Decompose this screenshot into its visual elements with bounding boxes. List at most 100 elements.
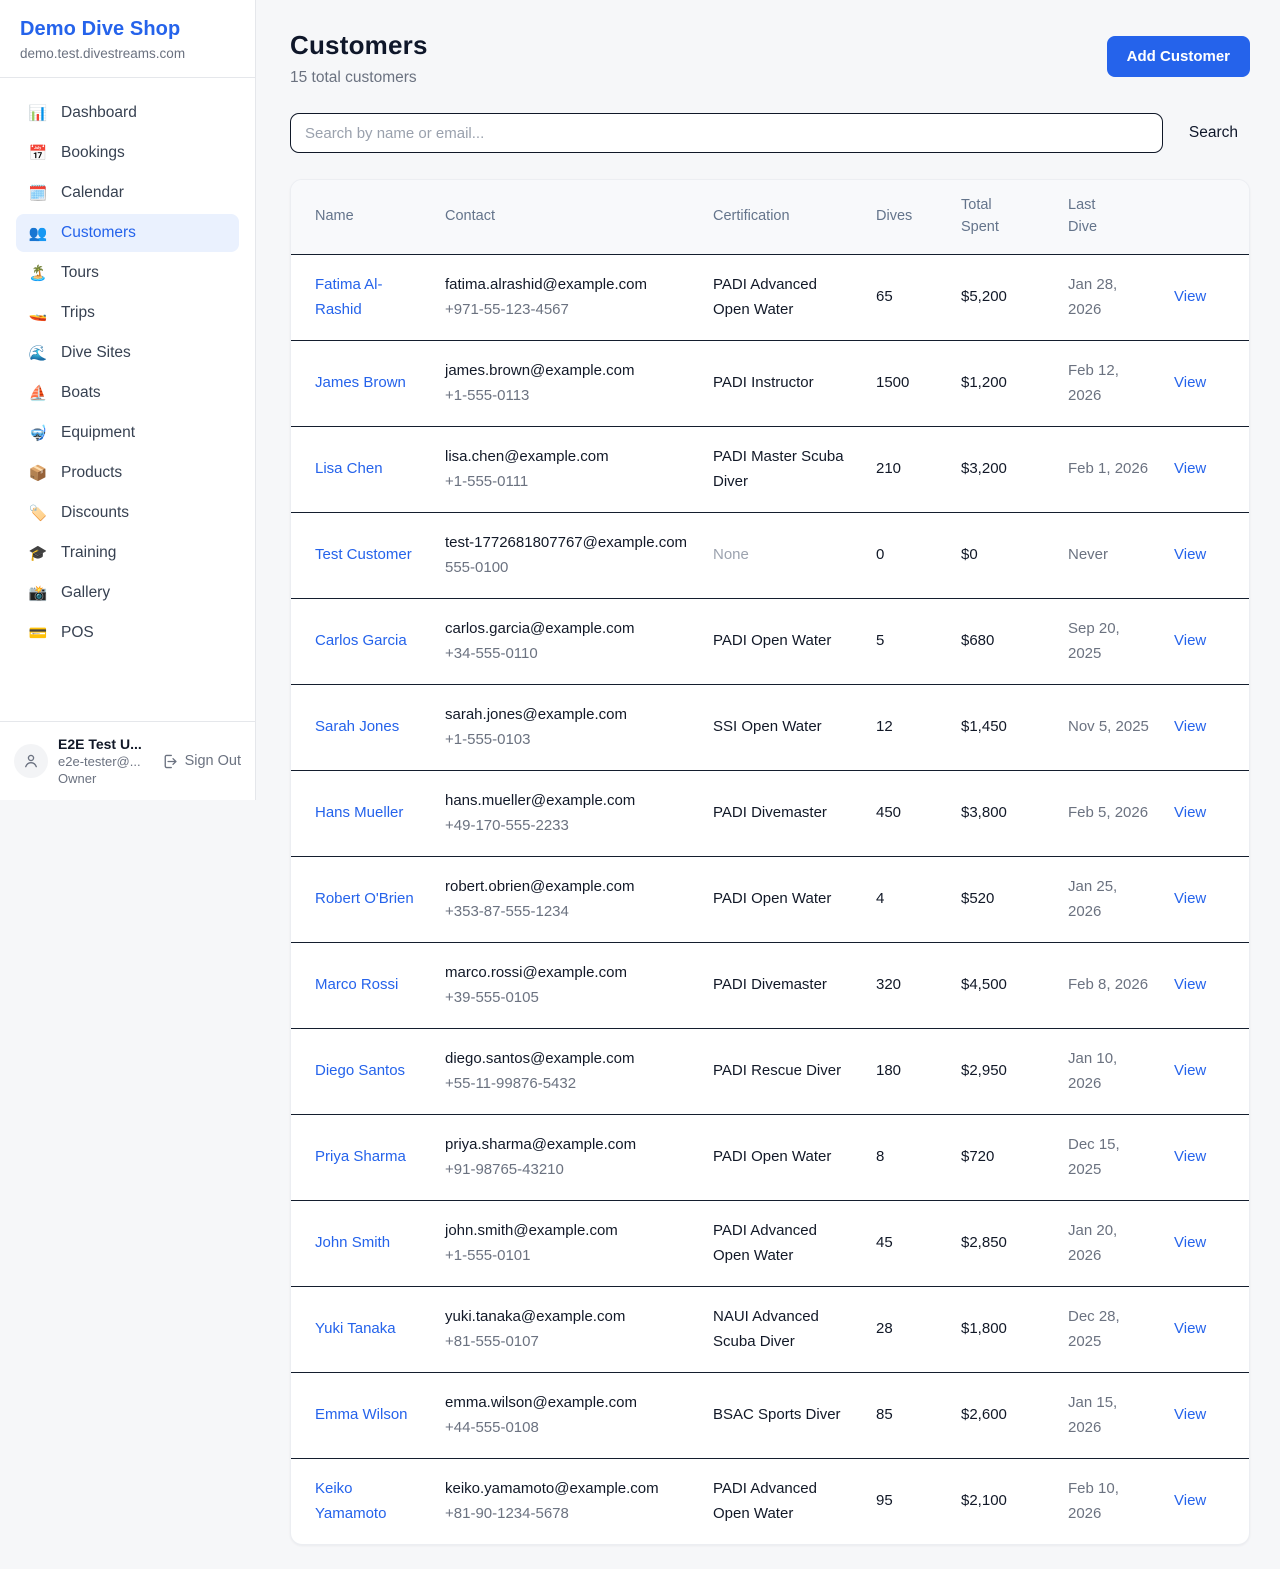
certification-cell: PADI Instructor bbox=[701, 340, 864, 426]
customer-phone: +81-90-1234-5678 bbox=[445, 1501, 689, 1527]
total-spent-cell: $720 bbox=[949, 1114, 1056, 1200]
contact-cell: keiko.yamamoto@example.com +81-90-1234-5… bbox=[433, 1458, 701, 1544]
customer-name-link[interactable]: Test Customer bbox=[315, 546, 412, 563]
table-row: John Smith john.smith@example.com +1-555… bbox=[291, 1200, 1249, 1286]
name-cell: Priya Sharma bbox=[291, 1114, 433, 1200]
total-spent-cell: $1,200 bbox=[949, 340, 1056, 426]
view-link[interactable]: View bbox=[1174, 718, 1206, 735]
sidebar-item-calendar[interactable]: 🗓️ Calendar bbox=[16, 174, 239, 212]
view-link[interactable]: View bbox=[1174, 632, 1206, 649]
sidebar-item-pos[interactable]: 💳 POS bbox=[16, 614, 239, 652]
view-cell: View bbox=[1162, 1028, 1249, 1114]
last-dive-cell: Dec 28, 2025 bbox=[1056, 1286, 1162, 1372]
table-row: Emma Wilson emma.wilson@example.com +44-… bbox=[291, 1372, 1249, 1458]
view-link[interactable]: View bbox=[1174, 288, 1206, 305]
total-spent-cell: $3,200 bbox=[949, 426, 1056, 512]
app: Demo Dive Shop demo.test.divestreams.com… bbox=[0, 0, 1280, 1569]
customer-phone: +1-555-0103 bbox=[445, 727, 689, 753]
wave-icon: 🌊 bbox=[28, 344, 48, 362]
view-link[interactable]: View bbox=[1174, 460, 1206, 477]
customer-name-link[interactable]: Sarah Jones bbox=[315, 718, 399, 735]
certification-cell: PADI Advanced Open Water bbox=[701, 1458, 864, 1544]
customer-name-link[interactable]: Robert O'Brien bbox=[315, 890, 414, 907]
view-link[interactable]: View bbox=[1174, 1320, 1206, 1337]
sidebar-item-products[interactable]: 📦 Products bbox=[16, 454, 239, 492]
view-link[interactable]: View bbox=[1174, 890, 1206, 907]
customer-name-link[interactable]: Hans Mueller bbox=[315, 804, 403, 821]
main-content: Customers 15 total customers Add Custome… bbox=[256, 0, 1280, 1569]
sidebar-item-equipment[interactable]: 🤿 Equipment bbox=[16, 414, 239, 452]
total-spent-cell: $680 bbox=[949, 598, 1056, 684]
view-link[interactable]: View bbox=[1174, 976, 1206, 993]
sidebar-item-tours[interactable]: 🏝️ Tours bbox=[16, 254, 239, 292]
total-spent-cell: $4,500 bbox=[949, 942, 1056, 1028]
customer-phone: +1-555-0113 bbox=[445, 383, 689, 409]
customer-name-link[interactable]: Lisa Chen bbox=[315, 460, 383, 477]
certification-cell: SSI Open Water bbox=[701, 684, 864, 770]
table-row: Robert O'Brien robert.obrien@example.com… bbox=[291, 856, 1249, 942]
last-dive-cell: Feb 5, 2026 bbox=[1056, 770, 1162, 856]
sign-out-button[interactable]: Sign Out bbox=[161, 753, 241, 770]
contact-cell: diego.santos@example.com +55-11-99876-54… bbox=[433, 1028, 701, 1114]
certification-cell: PADI Divemaster bbox=[701, 942, 864, 1028]
view-cell: View bbox=[1162, 254, 1249, 340]
search-button[interactable]: Search bbox=[1177, 116, 1250, 150]
view-link[interactable]: View bbox=[1174, 546, 1206, 563]
view-link[interactable]: View bbox=[1174, 1062, 1206, 1079]
customer-name-link[interactable]: James Brown bbox=[315, 374, 406, 391]
logout-icon bbox=[161, 753, 178, 770]
certification-cell: PADI Open Water bbox=[701, 1114, 864, 1200]
total-spent-cell: $2,600 bbox=[949, 1372, 1056, 1458]
sidebar-item-gallery[interactable]: 📸 Gallery bbox=[16, 574, 239, 612]
view-cell: View bbox=[1162, 340, 1249, 426]
name-cell: Hans Mueller bbox=[291, 770, 433, 856]
sidebar-item-dashboard[interactable]: 📊 Dashboard bbox=[16, 94, 239, 132]
contact-cell: marco.rossi@example.com +39-555-0105 bbox=[433, 942, 701, 1028]
certification-cell: PADI Divemaster bbox=[701, 770, 864, 856]
camera-icon: 📸 bbox=[28, 584, 48, 602]
customer-name-link[interactable]: Priya Sharma bbox=[315, 1148, 406, 1165]
total-spent-cell: $520 bbox=[949, 856, 1056, 942]
sidebar-item-trips[interactable]: 🚤 Trips bbox=[16, 294, 239, 332]
name-cell: Emma Wilson bbox=[291, 1372, 433, 1458]
customer-name-link[interactable]: Carlos Garcia bbox=[315, 632, 407, 649]
certification-cell: NAUI Advanced Scuba Diver bbox=[701, 1286, 864, 1372]
table-row: Keiko Yamamoto keiko.yamamoto@example.co… bbox=[291, 1458, 1249, 1544]
column-header-certification: Certification bbox=[701, 180, 864, 254]
user-name: E2E Test U... bbox=[58, 736, 151, 752]
add-customer-button[interactable]: Add Customer bbox=[1107, 36, 1250, 77]
view-cell: View bbox=[1162, 1458, 1249, 1544]
sidebar-item-bookings[interactable]: 📅 Bookings bbox=[16, 134, 239, 172]
sidebar-item-dive-sites[interactable]: 🌊 Dive Sites bbox=[16, 334, 239, 372]
sidebar-nav: 📊 Dashboard 📅 Bookings 🗓️ Calendar 👥 Cus… bbox=[0, 78, 255, 721]
customer-name-link[interactable]: Yuki Tanaka bbox=[315, 1320, 396, 1337]
search-input[interactable] bbox=[290, 113, 1163, 153]
table-row: Diego Santos diego.santos@example.com +5… bbox=[291, 1028, 1249, 1114]
graduation-cap-icon: 🎓 bbox=[28, 544, 48, 562]
name-cell: Lisa Chen bbox=[291, 426, 433, 512]
table-row: James Brown james.brown@example.com +1-5… bbox=[291, 340, 1249, 426]
view-link[interactable]: View bbox=[1174, 1492, 1206, 1509]
calendar-date-icon: 📅 bbox=[28, 144, 48, 162]
view-link[interactable]: View bbox=[1174, 374, 1206, 391]
name-cell: Yuki Tanaka bbox=[291, 1286, 433, 1372]
customer-name-link[interactable]: Marco Rossi bbox=[315, 976, 398, 993]
customer-name-link[interactable]: Emma Wilson bbox=[315, 1406, 408, 1423]
view-link[interactable]: View bbox=[1174, 1234, 1206, 1251]
total-spent-cell: $0 bbox=[949, 512, 1056, 598]
customer-phone: +44-555-0108 bbox=[445, 1415, 689, 1441]
customer-name-link[interactable]: Keiko Yamamoto bbox=[315, 1480, 386, 1523]
certification-cell: PADI Master Scuba Diver bbox=[701, 426, 864, 512]
view-link[interactable]: View bbox=[1174, 1148, 1206, 1165]
customer-phone: +34-555-0110 bbox=[445, 641, 689, 667]
sidebar-item-training[interactable]: 🎓 Training bbox=[16, 534, 239, 572]
customer-name-link[interactable]: John Smith bbox=[315, 1234, 390, 1251]
sidebar-item-discounts[interactable]: 🏷️ Discounts bbox=[16, 494, 239, 532]
customer-name-link[interactable]: Fatima Al-Rashid bbox=[315, 276, 383, 319]
customer-name-link[interactable]: Diego Santos bbox=[315, 1062, 405, 1079]
view-link[interactable]: View bbox=[1174, 804, 1206, 821]
sidebar-item-customers[interactable]: 👥 Customers bbox=[16, 214, 239, 252]
sidebar-item-boats[interactable]: ⛵ Boats bbox=[16, 374, 239, 412]
view-link[interactable]: View bbox=[1174, 1406, 1206, 1423]
table-row: Yuki Tanaka yuki.tanaka@example.com +81-… bbox=[291, 1286, 1249, 1372]
